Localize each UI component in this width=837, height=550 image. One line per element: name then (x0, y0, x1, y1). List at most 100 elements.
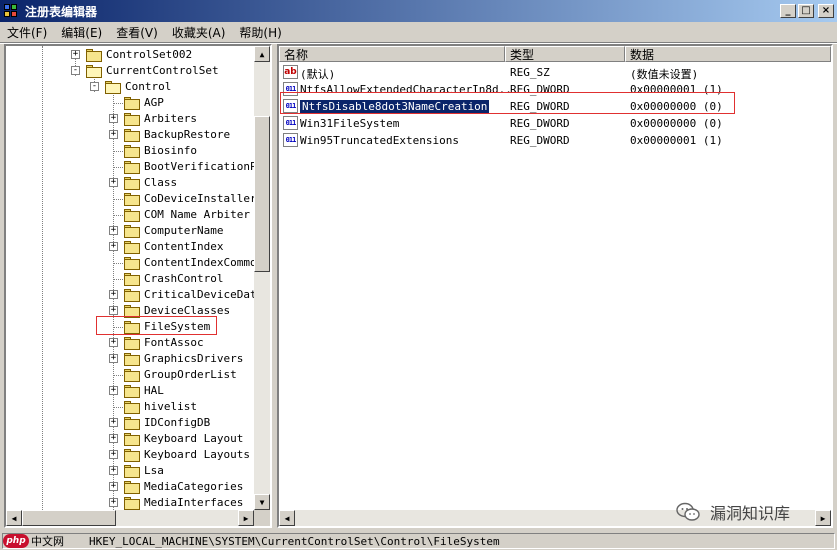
expand-icon[interactable]: + (109, 338, 118, 347)
expand-icon[interactable]: + (109, 354, 118, 363)
tree-item[interactable]: + FontAssoc (6, 335, 256, 351)
column-header-type[interactable]: 类型 (505, 46, 625, 62)
scroll-right-button[interactable]: ▶ (238, 510, 254, 526)
expand-icon[interactable]: + (109, 498, 118, 507)
scroll-down-button[interactable]: ▼ (254, 494, 270, 510)
tree-hscroll-thumb[interactable] (22, 510, 116, 526)
folder-icon (124, 241, 140, 254)
tree-horizontal-scrollbar[interactable]: ◀ ▶ (6, 510, 254, 526)
tree-item[interactable]: + MediaCategories (6, 479, 256, 495)
menu-view[interactable]: 查看(V) (109, 24, 165, 41)
tree-item-label: Keyboard Layout (144, 432, 244, 445)
tree-item[interactable]: + BackupRestore (6, 127, 256, 143)
tree-item[interactable]: ContentIndexCommon (6, 255, 263, 271)
tree-vertical-scrollbar[interactable]: ▲ ▼ (254, 46, 270, 510)
value-row[interactable]: 011 Win95TruncatedExtensions REG_DWORD 0x00… (279, 132, 819, 148)
collapse-icon[interactable]: - (71, 66, 80, 75)
expand-icon[interactable]: + (109, 418, 118, 427)
value-list-pane[interactable]: 名称 类型 数据 ab (默认) REG_SZ (数值未设置) 011 NtfsAllow… (277, 44, 833, 528)
wechat-icon (676, 502, 700, 522)
expand-icon[interactable]: + (109, 130, 118, 139)
tree-item[interactable]: + ContentIndex (6, 239, 256, 255)
folder-icon (124, 193, 140, 206)
expand-icon[interactable]: + (109, 178, 118, 187)
expand-icon[interactable]: + (109, 386, 118, 395)
tree-item[interactable]: + IDConfigDB (6, 415, 256, 431)
tree-item-label: CurrentControlSet (106, 64, 219, 77)
expand-icon[interactable]: + (109, 450, 118, 459)
tree-item[interactable]: + Class (6, 175, 256, 191)
tree-item[interactable]: CrashControl (6, 271, 256, 287)
folder-icon (86, 49, 102, 62)
folder-icon (124, 97, 140, 110)
binary-value-icon: 011 (283, 133, 298, 147)
folder-icon (124, 465, 140, 478)
column-header-name[interactable]: 名称 (279, 46, 505, 62)
menu-edit[interactable]: 编辑(E) (54, 24, 109, 41)
list-scroll-right-button[interactable]: ▶ (815, 510, 831, 526)
value-data: 0x00000000 (0) (630, 117, 723, 130)
tree-item[interactable]: + Keyboard Layout (6, 431, 256, 447)
expand-icon[interactable]: + (109, 306, 118, 315)
expand-icon[interactable]: + (109, 482, 118, 491)
minimize-button[interactable]: _ (780, 4, 796, 18)
list-scroll-left-button[interactable]: ◀ (279, 510, 295, 526)
value-row[interactable]: ab (默认) REG_SZ (数值未设置) (279, 64, 819, 81)
menu-favorites[interactable]: 收藏夹(A) (165, 24, 233, 41)
scroll-up-button[interactable]: ▲ (254, 46, 270, 62)
tree-item[interactable]: Biosinfo (6, 143, 256, 159)
tree-item[interactable]: CoDeviceInstallers (6, 191, 263, 207)
tree-connector (113, 215, 123, 216)
php-logo-icon: php (3, 534, 29, 548)
column-header-data[interactable]: 数据 (625, 46, 831, 62)
expand-icon[interactable]: + (109, 114, 118, 123)
tree-item[interactable]: - Control (6, 79, 256, 95)
tree-item[interactable]: BootVerificationPro (6, 159, 270, 175)
tree-item[interactable]: COM Name Arbiter (6, 207, 256, 223)
folder-icon (124, 433, 140, 446)
tree-item[interactable]: + ControlSet002 (6, 47, 256, 63)
tree-item[interactable]: + HAL (6, 383, 256, 399)
folder-icon (124, 209, 140, 222)
folder-icon (124, 225, 140, 238)
tree-item[interactable]: + GraphicsDrivers (6, 351, 256, 367)
status-bar: HKEY_LOCAL_MACHINE\SYSTEM\CurrentControl… (0, 532, 837, 550)
value-row[interactable]: 011 Win31FileSystem REG_DWORD 0x00000000 (0… (279, 115, 819, 131)
collapse-icon[interactable]: - (90, 82, 99, 91)
tree-item[interactable]: + ComputerName (6, 223, 256, 239)
tree-item[interactable]: + Lsa (6, 463, 256, 479)
tree-item-label: BackupRestore (144, 128, 231, 141)
expand-icon[interactable]: + (109, 242, 118, 251)
tree-connector (113, 167, 123, 168)
title-bar[interactable]: 注册表编辑器 _ □ × (0, 0, 837, 22)
value-name: Win95TruncatedExtensions (300, 134, 459, 147)
folder-icon (124, 449, 140, 462)
tree-item[interactable]: + Keyboard Layouts (6, 447, 256, 463)
tree-connector (113, 279, 123, 280)
menu-bar: 文件(F) 编辑(E) 查看(V) 收藏夹(A) 帮助(H) (0, 22, 837, 42)
tree-scroll-thumb[interactable] (254, 116, 270, 272)
expand-icon[interactable]: + (109, 466, 118, 475)
tree-item[interactable]: AGP (6, 95, 256, 111)
tree-item[interactable]: - CurrentControlSet (6, 63, 256, 79)
tree-item[interactable]: + Arbiters (6, 111, 256, 127)
expand-icon[interactable]: + (109, 290, 118, 299)
menu-help[interactable]: 帮助(H) (232, 24, 288, 41)
expand-icon[interactable]: + (109, 226, 118, 235)
scroll-left-button[interactable]: ◀ (6, 510, 22, 526)
tree-item[interactable]: hivelist (6, 399, 256, 415)
folder-icon (124, 161, 140, 174)
close-button[interactable]: × (818, 4, 834, 18)
folder-icon (124, 129, 140, 142)
key-tree-pane[interactable]: + ControlSet002- CurrentControlSet - Control… (4, 44, 272, 528)
maximize-button[interactable]: □ (798, 4, 814, 18)
folder-icon (124, 145, 140, 158)
tree-item[interactable]: + MediaInterfaces (6, 495, 256, 511)
menu-file[interactable]: 文件(F) (0, 24, 54, 41)
expand-icon[interactable]: + (71, 50, 80, 59)
tree-item[interactable]: GroupOrderList (6, 367, 256, 383)
expand-icon[interactable]: + (109, 434, 118, 443)
string-value-icon: ab (283, 65, 298, 79)
folder-icon (124, 385, 140, 398)
tree-item[interactable]: + CriticalDeviceDatal (6, 287, 270, 303)
